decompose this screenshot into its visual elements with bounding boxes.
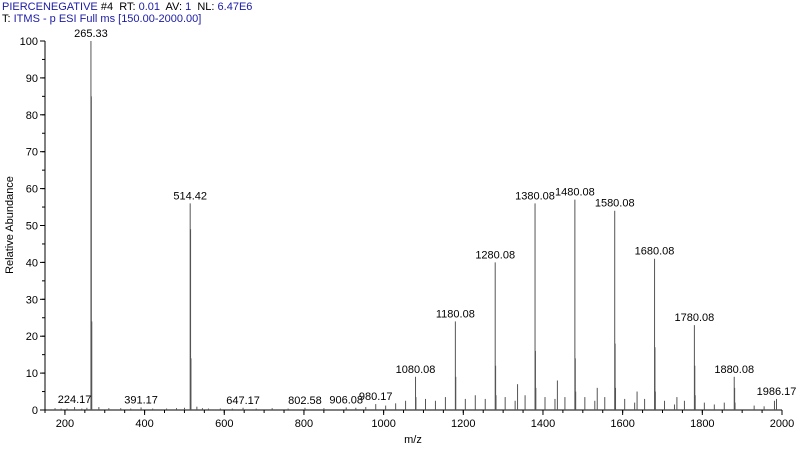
x-tick-label: 800 (295, 418, 313, 430)
y-tick-label: 80 (26, 110, 38, 122)
x-tick-label: 1600 (610, 418, 634, 430)
y-tick-label: 30 (26, 294, 38, 306)
peak-label: 265.33 (74, 28, 108, 40)
y-axis-label: Relative Abundance (4, 176, 16, 274)
peak-label: 1986.17 (757, 386, 797, 398)
peak-label: 1080.08 (396, 364, 436, 376)
y-tick-label: 50 (26, 221, 38, 233)
peak-label: 647.17 (226, 395, 260, 407)
peak-label: 224.17 (58, 394, 92, 406)
x-tick-label: 1800 (690, 418, 714, 430)
x-tick-label: 1000 (371, 418, 395, 430)
peak-label: 1380.08 (515, 190, 555, 202)
y-tick-label: 40 (26, 257, 38, 269)
peak-label: 1680.08 (635, 246, 675, 258)
peak-label: 514.42 (173, 190, 207, 202)
y-tick-label: 90 (26, 73, 38, 85)
spectrum-trace (54, 41, 777, 410)
peak-label: 1480.08 (555, 187, 595, 199)
y-tick-label: 0 (32, 405, 38, 417)
x-tick-label: 200 (56, 418, 74, 430)
x-tick-label: 1200 (451, 418, 475, 430)
peak-label: 980.17 (359, 391, 393, 403)
x-tick-label: 1400 (531, 418, 555, 430)
peak-label: 1780.08 (675, 312, 715, 324)
x-axis-label: m/z (404, 434, 422, 446)
x-tick-label: 600 (215, 418, 233, 430)
peak-label: 1180.08 (436, 308, 475, 320)
y-tick-label: 10 (26, 368, 38, 380)
peak-label: 1880.08 (714, 364, 754, 376)
y-tick-label: 20 (26, 331, 38, 343)
y-tick-label: 100 (20, 36, 38, 48)
x-tick-label: 2000 (770, 418, 794, 430)
peak-label: 802.58 (288, 395, 322, 407)
y-tick-label: 60 (26, 184, 38, 196)
peak-label: 1580.08 (595, 198, 635, 210)
peak-labels: 224.17265.33391.17514.42647.17 802.58 906.… (58, 28, 797, 407)
peak-label: 1280.08 (475, 249, 515, 261)
mass-spectrum-chart: 200 400 600 800 1000 1200 1400 1600 1800 2000 0 10 2… (4, 28, 797, 446)
x-tick-label: 400 (135, 418, 153, 430)
y-tick-label: 70 (26, 147, 38, 159)
peak-label: 391.17 (124, 394, 158, 406)
